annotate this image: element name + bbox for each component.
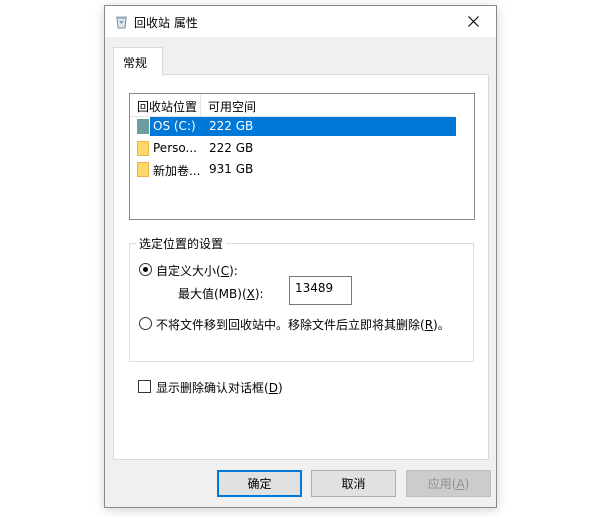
delete-immediately-suffix: )。 <box>433 318 450 332</box>
free-space: 222 GB <box>209 119 254 133</box>
max-size-input[interactable]: 13489 <box>289 276 352 305</box>
show-delete-confirmation-checkbox[interactable] <box>138 380 151 393</box>
column-divider[interactable] <box>200 94 201 116</box>
close-button[interactable] <box>450 6 496 37</box>
recycle-bin-location-list[interactable]: 回收站位置 可用空间 OS (C:) 222 GB Perso... 222 G… <box>129 93 475 220</box>
ok-button-label: 确定 <box>247 477 272 491</box>
cancel-button[interactable]: 取消 <box>311 470 396 497</box>
custom-size-radio[interactable] <box>139 263 152 276</box>
max-size-suffix: ): <box>254 287 264 301</box>
cancel-button-label: 取消 <box>341 477 366 491</box>
drive-icon <box>137 119 149 134</box>
location-name: OS (C:) <box>153 119 196 133</box>
max-size-accesskey: X <box>246 287 255 301</box>
location-name: 新加卷... <box>153 164 201 178</box>
free-space: 931 GB <box>209 162 254 176</box>
apply-button[interactable]: 应用(A) <box>406 470 491 497</box>
column-header-free-space[interactable]: 可用空间 <box>208 98 256 115</box>
custom-size-suffix: ): <box>229 264 238 278</box>
tab-general[interactable]: 常规 <box>113 47 163 76</box>
list-item-personal[interactable]: Perso... 222 GB <box>130 139 456 158</box>
apply-button-label: 应用(A) <box>428 475 470 492</box>
custom-size-text: 自定义大小( <box>156 264 221 278</box>
close-icon <box>467 16 479 27</box>
show-delete-confirmation-label[interactable]: 显示删除确认对话框(D) <box>156 379 283 396</box>
apply-suffix: ) <box>464 477 470 491</box>
folder-icon <box>137 141 149 156</box>
selected-location-settings-group: 选定位置的设置 自定义大小(C): 最大值(MB)(X): 13489 不将文件… <box>129 235 474 362</box>
title-bar: 回收站 属性 <box>105 6 496 37</box>
list-item-os-c[interactable]: OS (C:) 222 GB <box>130 117 456 136</box>
delete-immediately-text: 不将文件移到回收站中。移除文件后立即将其删除( <box>156 318 425 332</box>
free-space: 222 GB <box>209 141 254 155</box>
delete-immediately-accesskey: R <box>424 318 434 332</box>
column-header-location[interactable]: 回收站位置 <box>137 98 197 115</box>
custom-size-label[interactable]: 自定义大小(C): <box>156 262 238 279</box>
folder-icon <box>137 162 149 177</box>
delete-immediately-label[interactable]: 不将文件移到回收站中。移除文件后立即将其删除(R)。 <box>156 316 450 333</box>
list-item-new-volume[interactable]: 新加卷... 931 GB <box>130 160 456 179</box>
tab-general-label: 常规 <box>123 56 148 70</box>
delete-immediately-radio[interactable] <box>139 317 152 330</box>
recycle-bin-icon <box>116 16 127 29</box>
confirm-text: 显示删除确认对话框( <box>156 381 269 395</box>
max-size-text: 最大值(MB)( <box>178 287 247 301</box>
apply-text: 应用( <box>427 477 457 491</box>
apply-accesskey: A <box>456 477 465 491</box>
confirm-suffix: ) <box>277 381 283 395</box>
ok-button[interactable]: 确定 <box>217 470 302 497</box>
max-size-value: 13489 <box>295 281 334 295</box>
list-header: 回收站位置 可用空间 <box>130 94 452 117</box>
general-tab-page: 回收站位置 可用空间 OS (C:) 222 GB Perso... 222 G… <box>113 74 489 460</box>
custom-size-accesskey: C <box>220 264 230 278</box>
location-name: Perso... <box>153 141 197 155</box>
window-title: 回收站 属性 <box>134 16 198 30</box>
recycle-bin-properties-dialog: 回收站 属性 常规 回收站位置 可用空间 OS (C:) 222 GB Pers… <box>104 5 497 508</box>
group-label: 选定位置的设置 <box>136 235 227 252</box>
confirm-accesskey: D <box>268 381 278 395</box>
max-size-label: 最大值(MB)(X): <box>178 285 264 302</box>
